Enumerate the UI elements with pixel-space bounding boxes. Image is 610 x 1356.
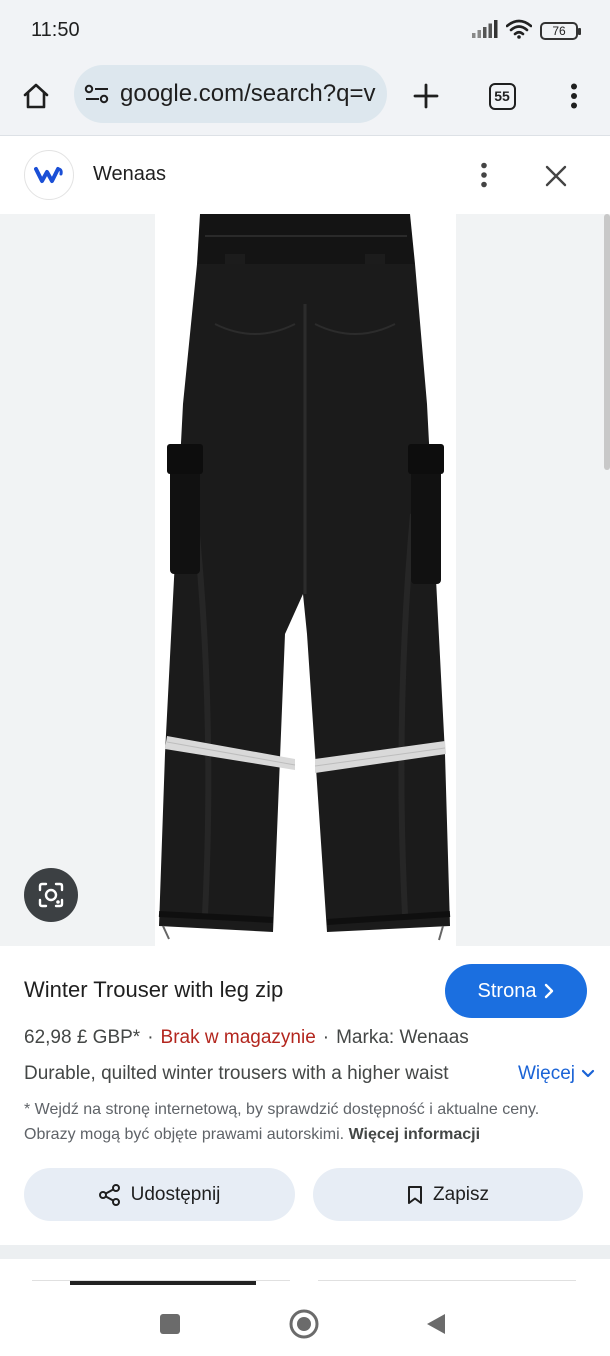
separator-dot: · xyxy=(322,1027,330,1048)
related-card-image[interactable] xyxy=(70,1281,256,1285)
site-info-icon[interactable] xyxy=(84,83,110,105)
lens-icon xyxy=(38,882,64,908)
home-circle-icon xyxy=(289,1309,319,1339)
close-icon xyxy=(545,165,567,187)
source-more-button[interactable] xyxy=(466,157,502,193)
tabs-icon: 55 xyxy=(488,82,516,110)
product-description: Durable, quilted winter trousers with a … xyxy=(24,1063,449,1084)
disclaimer: * Wejdź na stronę internetową, by sprawd… xyxy=(24,1097,584,1147)
tabs-button[interactable]: 55 xyxy=(480,74,524,118)
source-logo[interactable] xyxy=(24,150,74,200)
battery-icon: 76 xyxy=(540,22,581,40)
system-home-button[interactable] xyxy=(282,1302,326,1346)
browser-toolbar: google.com/search?q=v 55 xyxy=(0,60,610,136)
tab-count: 55 xyxy=(494,88,510,104)
chevron-down-icon xyxy=(581,1069,595,1078)
source-name[interactable]: Wenaas xyxy=(93,163,166,186)
new-tab-button[interactable] xyxy=(404,74,448,118)
home-icon xyxy=(23,83,49,109)
system-nav-bar xyxy=(0,1290,610,1356)
more-menu-button[interactable] xyxy=(552,74,596,118)
save-button[interactable]: Zapisz xyxy=(313,1168,583,1221)
back-button[interactable] xyxy=(414,1302,458,1346)
product-description-row: Durable, quilted winter trousers with a … xyxy=(24,1063,595,1085)
product-price: 62,98 £ GBP* xyxy=(24,1027,141,1048)
google-lens-button[interactable] xyxy=(24,868,78,922)
url-bar[interactable]: google.com/search?q=v xyxy=(74,65,387,123)
status-icons: 76 xyxy=(472,19,581,44)
home-button[interactable] xyxy=(14,74,58,118)
more-button[interactable]: Więcej xyxy=(518,1063,595,1085)
product-image[interactable] xyxy=(155,214,456,946)
battery-level: 76 xyxy=(552,24,566,38)
image-viewer xyxy=(0,214,610,946)
more-vert-icon xyxy=(481,162,487,188)
save-label: Zapisz xyxy=(433,1183,489,1205)
share-button[interactable]: Udostępnij xyxy=(24,1168,295,1221)
more-vert-icon xyxy=(571,83,577,109)
chevron-right-icon xyxy=(545,983,554,999)
separator-dot: · xyxy=(147,1027,154,1048)
new-tab-icon xyxy=(413,83,439,109)
bookmark-icon xyxy=(408,1185,423,1204)
disclaimer-link[interactable]: Więcej informacji xyxy=(349,1126,480,1143)
scrollbar[interactable] xyxy=(604,214,610,470)
share-icon xyxy=(98,1183,120,1206)
product-brand: Marka: Wenaas xyxy=(336,1027,469,1048)
visit-site-label: Strona xyxy=(477,979,537,1002)
wifi-icon xyxy=(505,19,533,44)
status-bar: 11:50 76 xyxy=(0,0,610,60)
stock-status: Brak w magazynie xyxy=(160,1027,316,1048)
product-title: Winter Trouser with leg zip xyxy=(24,977,284,1002)
share-label: Udostępnij xyxy=(130,1183,221,1205)
visit-site-button[interactable]: Strona xyxy=(445,964,587,1018)
url-text[interactable]: google.com/search?q=v xyxy=(120,80,376,108)
recents-button[interactable] xyxy=(148,1302,192,1346)
related-card[interactable] xyxy=(318,1280,576,1286)
signal-icon xyxy=(472,19,498,43)
source-header: Wenaas xyxy=(0,137,606,214)
section-divider xyxy=(0,1245,610,1259)
wenaas-logo-icon xyxy=(34,167,63,183)
status-time: 11:50 xyxy=(31,19,80,41)
trousers-image xyxy=(158,214,451,941)
back-icon xyxy=(427,1314,445,1334)
more-label: Więcej xyxy=(518,1063,576,1084)
product-meta: 62,98 £ GBP* · Brak w magazynie · Marka: Wen… xyxy=(24,1027,469,1049)
recents-icon xyxy=(160,1314,180,1334)
close-button[interactable] xyxy=(537,157,575,195)
